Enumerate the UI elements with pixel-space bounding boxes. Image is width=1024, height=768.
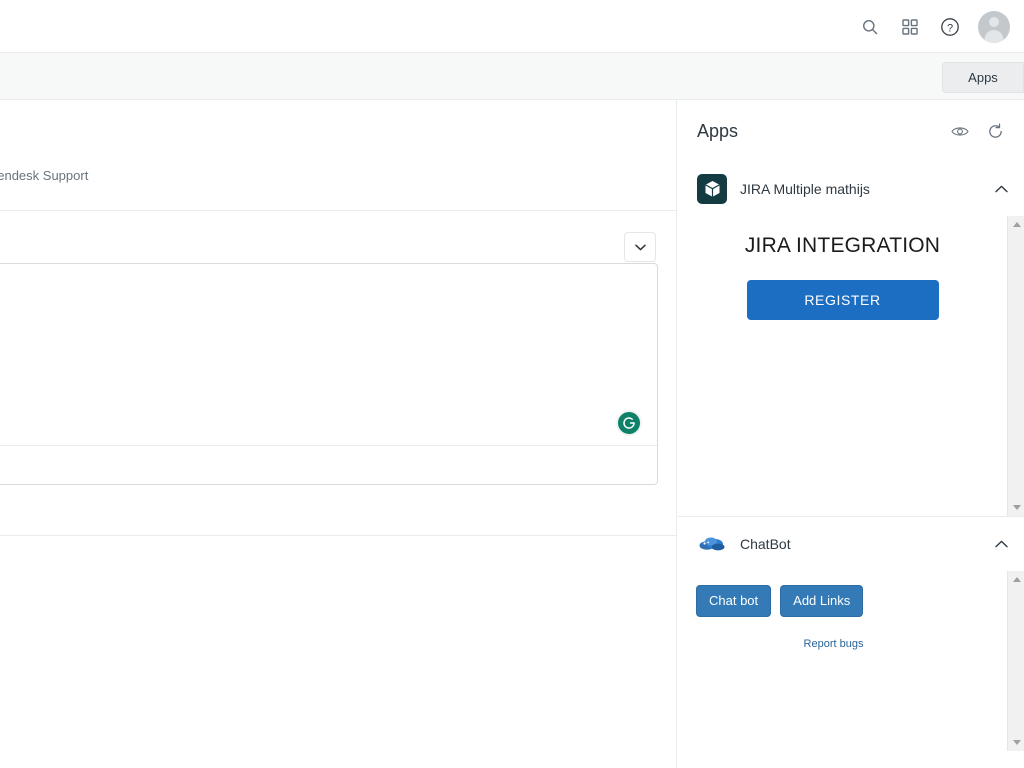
- app-header-jira[interactable]: JIRA Multiple mathijs: [678, 162, 1024, 216]
- tab-apps[interactable]: Apps: [942, 62, 1024, 93]
- avatar[interactable]: [972, 5, 1016, 49]
- apps-panel-header: Apps: [678, 100, 1024, 162]
- composer-divider: [0, 445, 657, 446]
- ticket-source: from Zendesk Support: [0, 168, 88, 183]
- apps-panel: Apps: [678, 100, 1024, 768]
- search-icon[interactable]: [852, 9, 888, 45]
- chatbot-button-group: Chat bot Add Links: [678, 571, 1007, 617]
- cube-icon: [697, 174, 727, 204]
- app-name-jira: JIRA Multiple mathijs: [740, 181, 995, 197]
- ticket-pane: oud.com • from Zendesk Support: [0, 100, 677, 768]
- avatar-image: [978, 11, 1010, 43]
- report-bugs-link[interactable]: Report bugs: [678, 638, 989, 650]
- app-body-chatbot: Chat bot Add Links Report bugs: [678, 571, 1024, 751]
- svg-text:?: ?: [947, 22, 953, 34]
- chevron-up-icon[interactable]: [995, 185, 1008, 193]
- grid-icon[interactable]: [892, 9, 928, 45]
- scroll-up-arrow-icon[interactable]: [1008, 571, 1024, 588]
- app-section-jira: JIRA Multiple mathijs JIRA INTEGRATION R…: [678, 162, 1024, 516]
- app-section-chatbot: ChatBot Chat bot Add Links Report bugs: [678, 517, 1024, 751]
- chevron-down-icon[interactable]: [624, 232, 656, 262]
- secondary-toolbar: Apps: [0, 53, 1024, 100]
- chatbot-iframe-content: Chat bot Add Links Report bugs: [678, 571, 1007, 751]
- chevron-up-icon[interactable]: [995, 540, 1008, 548]
- pane-divider-top: [0, 210, 677, 211]
- help-icon[interactable]: ?: [932, 9, 968, 45]
- ticket-meta: oud.com • from Zendesk Support: [0, 168, 88, 183]
- global-topbar: ?: [0, 0, 1024, 53]
- grammarly-icon[interactable]: [616, 410, 642, 436]
- jira-integration-heading: JIRA INTEGRATION: [678, 234, 1007, 258]
- register-button[interactable]: REGISTER: [747, 280, 939, 320]
- apps-panel-title: Apps: [697, 121, 951, 142]
- scroll-up-arrow-icon[interactable]: [1008, 216, 1024, 233]
- comment-composer[interactable]: [0, 263, 658, 485]
- app-root: ? Apps oud.com • from Zendesk Support: [0, 0, 1024, 768]
- chatbot-scrollbar[interactable]: [1007, 571, 1024, 751]
- topbar-actions: ?: [852, 0, 1016, 53]
- app-body-jira: JIRA INTEGRATION REGISTER: [678, 216, 1024, 516]
- app-name-chatbot: ChatBot: [740, 536, 995, 552]
- scroll-down-arrow-icon[interactable]: [1008, 499, 1024, 516]
- app-header-chatbot[interactable]: ChatBot: [678, 517, 1024, 571]
- chat-bot-button[interactable]: Chat bot: [696, 585, 771, 617]
- pane-divider-bottom: [0, 535, 677, 536]
- refresh-icon[interactable]: [987, 123, 1004, 140]
- add-links-button[interactable]: Add Links: [780, 585, 863, 617]
- eye-icon[interactable]: [951, 125, 969, 138]
- jira-scrollbar[interactable]: [1007, 216, 1024, 516]
- apps-panel-header-icons: [951, 123, 1008, 140]
- cloud-icon: [697, 533, 727, 555]
- jira-iframe-content: JIRA INTEGRATION REGISTER: [678, 216, 1007, 516]
- scroll-down-arrow-icon[interactable]: [1008, 734, 1024, 751]
